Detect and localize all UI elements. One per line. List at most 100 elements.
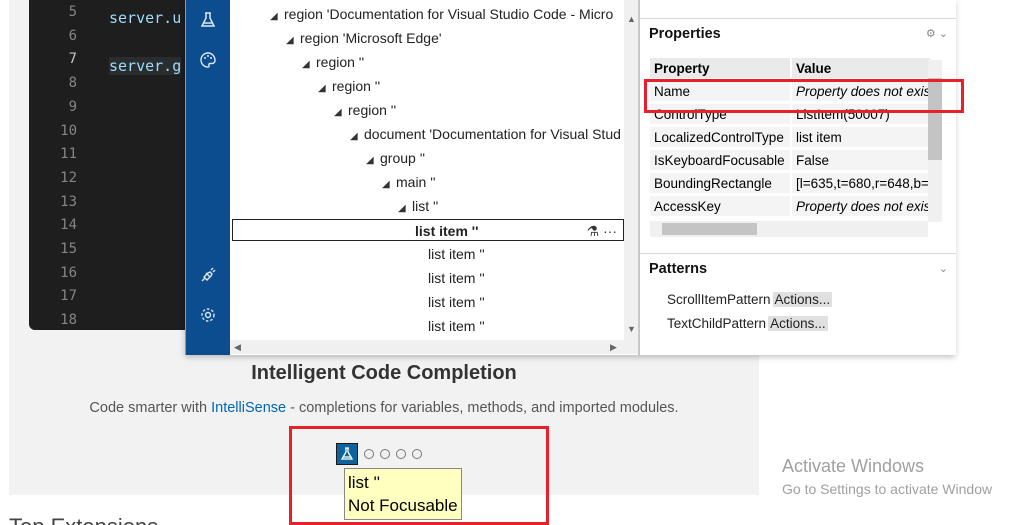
property-row[interactable]: LocalizedControlType list item [650, 127, 930, 148]
property-value: list item [792, 127, 930, 147]
line-number: 7 [68, 51, 77, 68]
line-number: 13 [60, 193, 77, 210]
properties-horizontal-scrollbar[interactable] [650, 221, 928, 237]
line-number: 17 [60, 288, 77, 305]
tree-node[interactable]: ◢ list '' [398, 195, 438, 217]
line-number: 18 [60, 312, 77, 329]
line-number: 5 [68, 4, 77, 20]
tree-node-label: document 'Documentation for Visual Stud [364, 126, 621, 142]
tree-vertical-scrollbar[interactable]: ▲ ▼ [624, 0, 638, 340]
scroll-left-icon[interactable]: ◀ [234, 342, 241, 353]
tree-node[interactable]: ◢ group '' [366, 147, 425, 169]
properties-title: Properties [649, 26, 721, 42]
property-row[interactable]: BoundingRectangle[l=635,t=680,r=648,b=69… [650, 173, 930, 194]
property-name: IsKeyboardFocusable [650, 150, 790, 170]
column-header-property: Property [650, 58, 790, 78]
tree-node[interactable]: ◢ region 'Microsoft Edge' [286, 27, 442, 49]
accessibility-inspector-window: ◢ region 'Documentation for Visual Studio… [185, 0, 956, 355]
tree-node[interactable]: list item '' [414, 291, 485, 313]
tree-node[interactable]: ◢ document 'Documentation for Visual Stud [350, 123, 621, 145]
pattern-actions-button[interactable]: Actions... [772, 292, 833, 307]
line-number: 6 [68, 27, 77, 44]
expand-arrow-icon[interactable]: ◢ [398, 198, 412, 220]
tree-node-label: region 'Documentation for Visual Studio … [284, 6, 614, 22]
line-number: 10 [60, 122, 77, 139]
line-number: 16 [60, 264, 77, 281]
expand-arrow-icon[interactable]: ◢ [334, 102, 348, 124]
property-value: Property does not exist [792, 196, 930, 216]
line-number: 12 [60, 169, 77, 186]
gear-icon[interactable] [196, 303, 220, 327]
tree-node[interactable]: ◢ main '' [382, 171, 436, 193]
plug-icon[interactable] [196, 263, 220, 287]
activity-bar [186, 0, 230, 355]
section-heading: Top Extensions [9, 514, 158, 525]
expand-arrow-icon[interactable]: ◢ [270, 6, 284, 28]
patterns-header[interactable]: Patterns ⌄ [640, 253, 956, 283]
tree-node-label: list '' [412, 198, 439, 214]
activation-watermark-subtitle: Go to Settings to activate Window [782, 481, 993, 497]
activation-watermark-title: Activate Windows [782, 456, 925, 476]
tree-node[interactable]: list item '' [414, 315, 485, 337]
patterns-title: Patterns [649, 261, 708, 277]
feature-title: Intelligent Code Completion [251, 362, 517, 384]
tree-node-label: list item '' [415, 223, 479, 239]
properties-header[interactable]: Properties ⚙ ⌄ [640, 18, 956, 48]
line-number: 14 [60, 217, 77, 234]
code-line: server.g [109, 57, 182, 75]
tree-node[interactable]: ◢ region 'Documentation for Visual Studio… [270, 3, 613, 25]
tree-node-label: group '' [380, 150, 426, 166]
tree-node[interactable]: list item '' ⚗ ··· [232, 219, 624, 241]
tree-node[interactable]: list item '' [414, 243, 485, 265]
tree-horizontal-scrollbar[interactable]: ◀ ▶ [230, 340, 638, 354]
line-number: 9 [68, 98, 77, 115]
tree-node[interactable]: ◢ region '' [302, 51, 364, 73]
expand-arrow-icon[interactable]: ◢ [302, 54, 316, 76]
scroll-up-icon[interactable]: ▲ [627, 14, 636, 24]
element-tree: ◢ region 'Documentation for Visual Studio… [230, 0, 638, 355]
property-value: False [792, 150, 930, 170]
line-number: 11 [60, 146, 77, 163]
description-text: Code smarter with [89, 400, 212, 416]
tree-node-label: list item '' [428, 294, 485, 310]
pattern-actions-button[interactable]: Actions... [768, 316, 828, 331]
flask-icon[interactable] [196, 8, 220, 32]
expand-arrow-icon[interactable]: ◢ [382, 174, 396, 196]
node-action-icons[interactable]: ⚗ ··· [587, 220, 617, 242]
scroll-right-icon[interactable]: ▶ [610, 342, 617, 353]
palette-icon[interactable] [196, 48, 220, 72]
chevron-down-icon[interactable]: ⌄ [939, 254, 948, 284]
tree-node[interactable]: ◢ region '' [334, 99, 396, 121]
tree-node-label: region '' [348, 102, 397, 118]
scroll-down-icon[interactable]: ▼ [627, 324, 636, 334]
code-line: server.u [109, 9, 182, 27]
properties-table-header: Property Value [650, 58, 930, 79]
scrollbar-thumb[interactable] [662, 223, 757, 235]
expand-arrow-icon[interactable]: ◢ [318, 78, 332, 100]
property-name: LocalizedControlType [650, 127, 790, 147]
tree-node-label: list item '' [428, 246, 485, 262]
expand-arrow-icon[interactable]: ◢ [366, 150, 380, 172]
tree-node-label: list item '' [428, 270, 485, 286]
tree-node[interactable]: ◢ region '' [318, 75, 380, 97]
expand-arrow-icon[interactable]: ◢ [350, 126, 364, 148]
pattern-name: ScrollItemPattern [667, 292, 771, 307]
property-name: BoundingRectangle [650, 173, 790, 193]
property-row[interactable]: AccessKey Property does not exist [650, 196, 930, 217]
property-value: [l=635,t=680,r=648,b=693] [792, 173, 930, 193]
feature-description: Code smarter with IntelliSense - complet… [9, 400, 759, 416]
tree-node-label: region '' [316, 54, 365, 70]
intellisense-link[interactable]: IntelliSense [211, 400, 286, 416]
settings-chevron-icons[interactable]: ⚙ ⌄ [926, 19, 948, 49]
pattern-row: TextChildPattern Actions... [667, 314, 828, 334]
expand-arrow-icon[interactable]: ◢ [286, 30, 300, 52]
property-name: AccessKey [650, 196, 790, 216]
line-number: 15 [60, 241, 77, 257]
tree-node-label: list item '' [428, 318, 485, 334]
column-header-value: Value [792, 58, 930, 78]
tree-node-label: main '' [396, 174, 436, 190]
tree-node[interactable]: list item '' [414, 267, 485, 289]
code-editor: 5 6 7 8 9 10 11 12 13 14 15 16 17 18 server.u server.… [29, 0, 199, 330]
tree-node-label: region 'Microsoft Edge' [300, 30, 442, 46]
property-row[interactable]: IsKeyboardFocusable False [650, 150, 930, 171]
